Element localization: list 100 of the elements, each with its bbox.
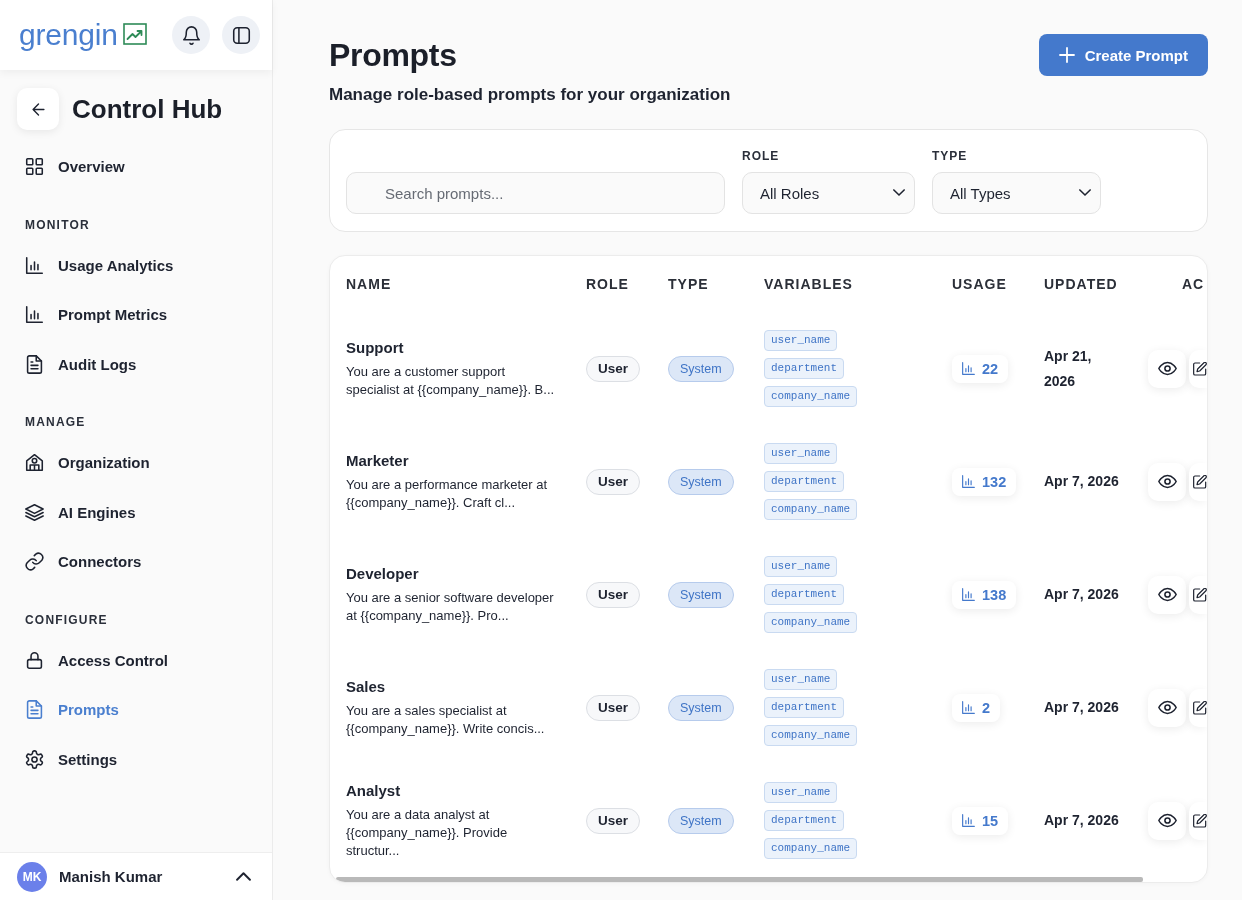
search-field[interactable]: Search prompts...: [346, 172, 725, 214]
prompt-name: Developer: [346, 564, 419, 584]
column-header: ROLE: [586, 276, 629, 292]
settings-icon: [25, 749, 44, 769]
prompt-description: You are a performance marketer at {{company_name}}. Craft cl...: [346, 476, 549, 512]
variable-tag: department: [764, 358, 844, 379]
view-button[interactable]: [1148, 688, 1186, 727]
column-header: UPDATED: [1044, 276, 1118, 292]
prompt-name: Support: [346, 338, 404, 358]
nav-section-heading: MONITOR: [25, 217, 90, 232]
edit-button[interactable]: [1189, 801, 1207, 840]
updated-date: Apr 7, 2026: [1044, 585, 1119, 604]
nav-section-heading: CONFIGURE: [25, 612, 108, 627]
bar-chart-icon: [962, 814, 975, 827]
type-badge: System: [668, 468, 734, 495]
role-select[interactable]: All Roles: [742, 172, 915, 214]
bar-chart-icon: [962, 588, 975, 601]
filter-label: TYPE: [932, 148, 968, 164]
nav-item[interactable]: Organization: [0, 438, 158, 488]
nav-item[interactable]: Audit Logs: [0, 339, 145, 389]
nav-item[interactable]: Overview: [0, 142, 133, 192]
prompt-description: You are a sales specialist at {{company_name}}. Write concis...: [346, 702, 546, 738]
edit-icon: [1193, 474, 1207, 489]
edit-icon: [1193, 587, 1207, 602]
column-header: VARIABLES: [764, 276, 853, 292]
usage-button[interactable]: 132: [952, 467, 1017, 496]
chevron-up-icon: [236, 869, 251, 884]
prompt-name: Marketer: [346, 451, 409, 471]
nav-item[interactable]: Prompt Metrics: [0, 290, 176, 340]
filter-label: ROLE: [742, 148, 780, 164]
usage-button[interactable]: 2: [952, 693, 1001, 722]
role-badge: User: [586, 694, 641, 721]
type-badge: System: [668, 581, 734, 608]
plus-icon: [1058, 47, 1075, 63]
lock-icon: [25, 650, 44, 670]
variable-tag: department: [764, 471, 844, 492]
prompt-description: You are a customer support specialist at {{company_name}}. B...: [346, 363, 556, 399]
prompt-description: You are a data analyst at {{company_name}}. Provide structur...: [346, 806, 509, 860]
nav-item[interactable]: Settings: [0, 734, 126, 784]
type-select[interactable]: All Types: [932, 172, 1101, 214]
usage-button[interactable]: 22: [952, 354, 1009, 383]
updated-date: Apr 7, 2026: [1044, 698, 1119, 717]
nav-item[interactable]: AI Engines: [0, 487, 144, 537]
variable-tag: department: [764, 584, 844, 605]
nav-item[interactable]: Prompts: [0, 685, 127, 735]
bell-icon: [181, 25, 201, 45]
bar-chart-icon: [962, 701, 975, 714]
role-badge: User: [586, 581, 641, 608]
eye-icon: [1157, 698, 1177, 717]
view-button[interactable]: [1148, 462, 1186, 501]
grid-icon: [25, 157, 44, 177]
document-icon: [25, 354, 44, 374]
section-title: Control Hub: [72, 93, 223, 125]
bar-chart-icon: [25, 305, 44, 325]
document-icon: [25, 700, 44, 720]
layers-icon: [25, 502, 44, 522]
notifications-button[interactable]: [172, 16, 210, 54]
edit-button[interactable]: [1189, 575, 1207, 614]
view-button[interactable]: [1148, 801, 1186, 840]
type-badge: System: [668, 807, 734, 834]
variable-tag: company_name: [764, 499, 858, 520]
eye-icon: [1157, 472, 1177, 491]
bar-chart-icon: [962, 362, 975, 375]
user-menu-button[interactable]: MK Manish Kumar: [0, 852, 272, 900]
role-badge: User: [586, 807, 641, 834]
type-badge: System: [668, 694, 734, 721]
bar-chart-icon: [25, 255, 44, 275]
edit-icon: [1193, 700, 1207, 715]
create-prompt-button[interactable]: Create Prompt: [1038, 34, 1208, 76]
column-header: AC: [1182, 276, 1205, 292]
role-badge: User: [586, 468, 641, 495]
nav-item[interactable]: Connectors: [0, 537, 150, 587]
eye-icon: [1157, 811, 1177, 830]
nav-item[interactable]: Usage Analytics: [0, 240, 182, 290]
column-header: TYPE: [668, 276, 709, 292]
updated-date: Apr 21, 2026: [1044, 346, 1093, 391]
role-badge: User: [586, 355, 641, 382]
nav-item[interactable]: Access Control: [0, 635, 177, 685]
variable-tag: user_name: [764, 443, 838, 464]
variable-tag: company_name: [764, 386, 858, 407]
usage-button[interactable]: 138: [952, 580, 1017, 609]
variable-tag: department: [764, 810, 844, 831]
usage-button[interactable]: 15: [952, 806, 1009, 835]
user-avatar: MK: [17, 861, 47, 892]
building-icon: [25, 453, 44, 473]
prompt-name: Analyst: [346, 781, 401, 801]
view-button[interactable]: [1148, 575, 1186, 614]
updated-date: Apr 7, 2026: [1044, 811, 1119, 830]
edit-button[interactable]: [1189, 688, 1207, 727]
edit-button[interactable]: [1189, 349, 1207, 388]
edit-button[interactable]: [1189, 462, 1207, 501]
variable-tag: user_name: [764, 782, 838, 803]
variable-tag: department: [764, 697, 844, 718]
updated-date: Apr 7, 2026: [1044, 472, 1119, 491]
sidebar-toggle-button[interactable]: [222, 16, 260, 54]
view-button[interactable]: [1148, 349, 1186, 388]
horizontal-scrollbar[interactable]: [336, 877, 1143, 882]
column-header: NAME: [346, 276, 392, 292]
prompt-description: You are a senior software developer at {{company_name}}. Pro...: [346, 589, 555, 625]
variable-tag: company_name: [764, 612, 858, 633]
